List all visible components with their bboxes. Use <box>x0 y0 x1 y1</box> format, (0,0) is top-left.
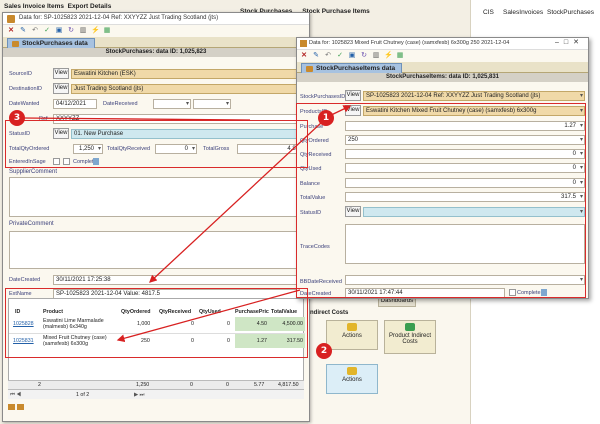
callout-3: 3 <box>9 110 25 126</box>
nav-stock-purchases[interactable]: StockPurchases <box>547 9 594 16</box>
destination-label: DestinationID <box>9 86 43 92</box>
main-tabstrip: StockPurchases data <box>3 37 309 48</box>
tile-actions-1-label: Actions <box>342 333 362 339</box>
actions-icon <box>347 367 357 375</box>
close-icon[interactable]: ✕ <box>7 27 15 35</box>
indirect-costs-heading: ndirect Costs <box>310 310 349 316</box>
dashboard-tiles-area: Dashboards ndirect Costs Actions Product… <box>308 290 470 424</box>
pager-prev-icon[interactable]: ⏮ ◀ <box>10 392 21 398</box>
callout-1: 1 <box>318 110 334 126</box>
pager-status: 1 of 2 <box>76 392 90 398</box>
refresh-icon[interactable]: ↻ <box>360 52 368 60</box>
main-window-title: Data for: SP-1025823 2021-12-04 Ref: XXY… <box>19 15 219 21</box>
main-titlebar: Data for: SP-1025823 2021-12-04 Ref: XXY… <box>3 13 309 25</box>
bg-header-left: Sales Invoice Items Export Details <box>4 3 111 10</box>
pager-next-icon[interactable]: ▶ ⏭ <box>134 392 144 398</box>
date-created-field[interactable]: 30/11/2021 17:25:38 <box>53 275 307 285</box>
callout-2: 2 <box>316 343 332 359</box>
tab-stock-purchases-data[interactable]: StockPurchases data <box>7 38 95 48</box>
save-icon[interactable]: ▣ <box>348 52 356 60</box>
source-label: SourceID <box>9 71 32 77</box>
destination-field[interactable]: Just Trading Scotland (jts) <box>71 84 307 94</box>
undo-icon[interactable]: ↶ <box>324 52 332 60</box>
lightning-icon[interactable]: ⚡ <box>384 52 393 60</box>
highlight-box-status <box>5 120 308 168</box>
tile-actions-2-label: Actions <box>342 377 362 383</box>
bg-header-left-label: Sales Invoice Items <box>4 3 64 10</box>
window-app-icon <box>7 15 15 23</box>
nav-cis[interactable]: CIS <box>483 9 494 16</box>
window-app-icon <box>300 40 307 47</box>
main-record-header: StockPurchases: data ID: 1,025,823 <box>3 48 309 57</box>
undo-icon[interactable]: ↶ <box>31 27 39 35</box>
private-comment-field[interactable] <box>9 231 307 269</box>
pencil-icon[interactable]: ✎ <box>312 52 320 60</box>
bottom-toolbar <box>8 402 28 412</box>
private-comment-label: PrivateComment <box>9 221 54 227</box>
tile-product-indirect-costs[interactable]: Product Indirect Costs <box>384 320 436 354</box>
highlight-box-grid <box>5 288 308 358</box>
date-received-label: DateReceived <box>103 101 138 107</box>
bottom-app-icon <box>8 404 15 410</box>
product-costs-icon <box>405 323 415 331</box>
footer-qty-ordered: 1,250 <box>136 382 150 388</box>
close-icon[interactable]: ✕ <box>300 52 308 60</box>
items-window-title: Data for: 1025823 Mixed Fruit Chutney (c… <box>309 40 510 46</box>
check-icon[interactable]: ✓ <box>336 52 344 60</box>
window-controls-icon[interactable]: –□✕ <box>555 38 584 46</box>
grid-icon[interactable]: ▦ <box>103 27 111 35</box>
date-wanted-field[interactable]: 04/12/2021 <box>53 99 97 109</box>
tile-actions-1[interactable]: Actions <box>326 320 378 350</box>
tab-stock-purchase-items-data[interactable]: StockPurchaseItems data <box>301 63 403 73</box>
columns-icon[interactable]: ▥ <box>372 52 380 60</box>
date-received-field[interactable] <box>153 99 191 109</box>
sp-label: StockPurchasesID <box>300 94 346 100</box>
destination-view-button[interactable]: View <box>53 83 69 94</box>
items-tabstrip: StockPurchaseItems data <box>297 62 588 73</box>
main-toolbar: ✕ ✎ ↶ ✓ ▣ ↻ ▥ ⚡ ▦ <box>3 25 309 37</box>
footer-total: 4,817.50 <box>278 382 299 388</box>
check-icon[interactable]: ✓ <box>43 27 51 35</box>
tile-product-indirect-costs-label: Product Indirect Costs <box>388 333 432 345</box>
save-icon[interactable]: ▣ <box>55 27 63 35</box>
highlight-box-items <box>296 103 586 298</box>
source-view-button[interactable]: View <box>53 68 69 79</box>
nav-sales-invoices[interactable]: SalesInvoices <box>503 9 543 16</box>
supplier-comment-field[interactable] <box>9 177 307 217</box>
footer-qty-received: 0 <box>190 382 193 388</box>
grid-pager: ⏮ ◀ 1 of 2 ▶ ⏭ <box>8 389 304 399</box>
pencil-icon[interactable]: ✎ <box>19 27 27 35</box>
source-field[interactable]: Eswatini Kitchen (ESK) <box>71 69 307 79</box>
refresh-icon[interactable]: ↻ <box>67 27 75 35</box>
supplier-comment-label: SupplierComment <box>9 169 58 175</box>
items-record-header: StockPurchaseItems: data ID: 1,025,831 <box>297 73 588 82</box>
lightning-icon[interactable]: ⚡ <box>91 27 100 35</box>
columns-icon[interactable]: ▥ <box>79 27 87 35</box>
grid-footer: 2 1,250 0 0 5.77 4,817.50 <box>8 380 304 389</box>
grid-icon[interactable]: ▦ <box>396 52 404 60</box>
date-created-label: DateCreated <box>9 277 41 283</box>
footer-qty-used: 0 <box>226 382 229 388</box>
date-wanted-label: DateWanted <box>9 101 40 107</box>
tile-actions-2[interactable]: Actions <box>326 364 378 394</box>
bottom-app-icon <box>17 404 24 410</box>
items-toolbar: ✕ ✎ ↶ ✓ ▣ ↻ ▥ ⚡ ▦ <box>297 50 588 62</box>
sp-field[interactable]: SP-1025823 2021-12-04 Ref: XXYYZZ Just T… <box>363 91 585 101</box>
bg-header-left-sub: Export Details <box>67 3 112 10</box>
sp-view-button[interactable]: View <box>345 90 361 101</box>
items-titlebar: Data for: 1025823 Mixed Fruit Chutney (c… <box>297 38 588 50</box>
date-received-time-field[interactable] <box>193 99 231 109</box>
footer-price: 5.77 <box>254 382 265 388</box>
footer-count: 2 <box>38 382 41 388</box>
menu-stock-purchase-items[interactable]: Stock Purchase Items <box>302 8 370 15</box>
actions-icon <box>347 323 357 331</box>
